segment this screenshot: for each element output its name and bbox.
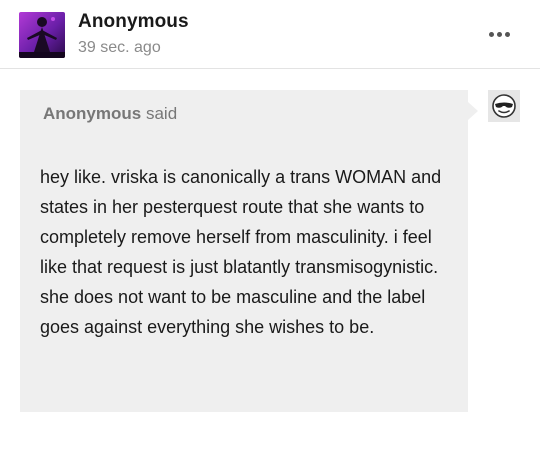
post-timestamp[interactable]: 39 sec. ago	[78, 39, 161, 57]
asker-line: Anonymous said	[43, 104, 177, 124]
said-label: said	[145, 104, 178, 123]
asker-avatar	[488, 90, 520, 122]
more-horizontal-icon-dot	[504, 31, 510, 37]
more-horizontal-icon	[488, 31, 494, 37]
post-author-name[interactable]: Anonymous	[78, 11, 189, 33]
author-avatar[interactable]	[19, 12, 65, 58]
post-header: Anonymous 39 sec. ago	[0, 0, 540, 69]
anonymous-sunglasses-avatar-icon	[488, 90, 520, 122]
more-horizontal-icon-dot	[496, 31, 502, 37]
more-options-button[interactable]	[482, 24, 516, 44]
question-text: hey like. vriska is canonically a trans …	[40, 167, 442, 337]
asker-name: Anonymous	[43, 104, 142, 123]
ask-bubble: Anonymous said hey like. vriska is canon…	[20, 90, 478, 412]
silhouette-figure-avatar-icon	[19, 12, 65, 58]
